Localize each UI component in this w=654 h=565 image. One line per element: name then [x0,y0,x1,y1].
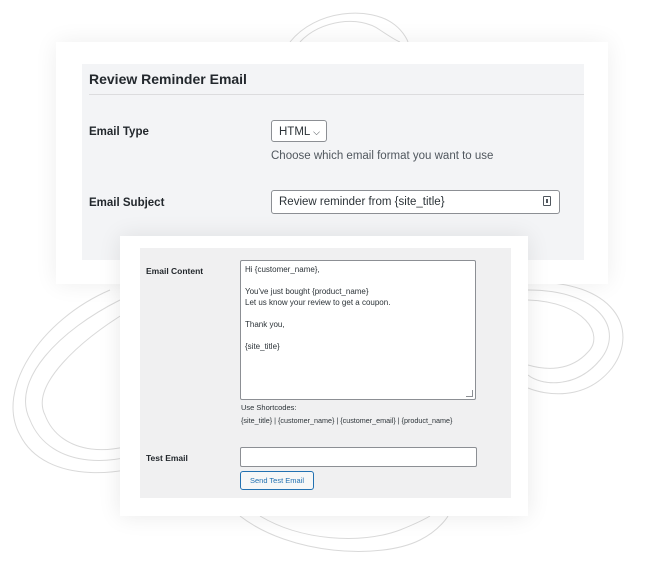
shortcodes-label: Use Shortcodes: [241,403,297,412]
resize-handle-icon[interactable] [466,390,473,397]
email-subject-value: Review reminder from {site_title} [279,196,445,208]
content-line [245,330,471,341]
email-type-selected-value: HTML [279,126,311,138]
shortcodes-list: {site_title} | {customer_name} | {custom… [241,416,453,425]
settings-panel: Review Reminder Email Email Type HTML ⌵ … [82,64,584,260]
test-email-label: Test Email [146,453,188,463]
content-line: Let us know your review to get a coupon. [245,298,391,307]
send-test-email-button[interactable]: Send Test Email [240,471,314,490]
email-content-card: Email Content Hi {customer_name}, You've… [120,236,528,516]
content-line: You've just bought {product_name} [245,287,369,296]
email-content-textarea[interactable]: Hi {customer_name}, You've just bought {… [240,260,476,400]
email-content-panel: Email Content Hi {customer_name}, You've… [140,248,511,498]
shortcode-tag-icon[interactable] [543,196,551,206]
email-type-help-text: Choose which email format you want to us… [271,150,494,162]
content-line: Thank you, [245,320,285,329]
email-content-label: Email Content [146,266,204,276]
content-line: Hi {customer_name}, [245,265,320,274]
test-email-input[interactable] [240,447,477,467]
email-type-label: Email Type [89,126,149,138]
section-divider [89,94,584,95]
email-type-select[interactable]: HTML ⌵ [271,120,327,142]
chevron-down-icon: ⌵ [313,127,320,137]
email-subject-label: Email Subject [89,197,165,209]
section-title: Review Reminder Email [89,71,247,87]
content-line [245,275,471,286]
content-line: {site_title} [245,342,280,351]
content-line [245,308,471,319]
email-subject-input[interactable]: Review reminder from {site_title} [271,190,560,214]
